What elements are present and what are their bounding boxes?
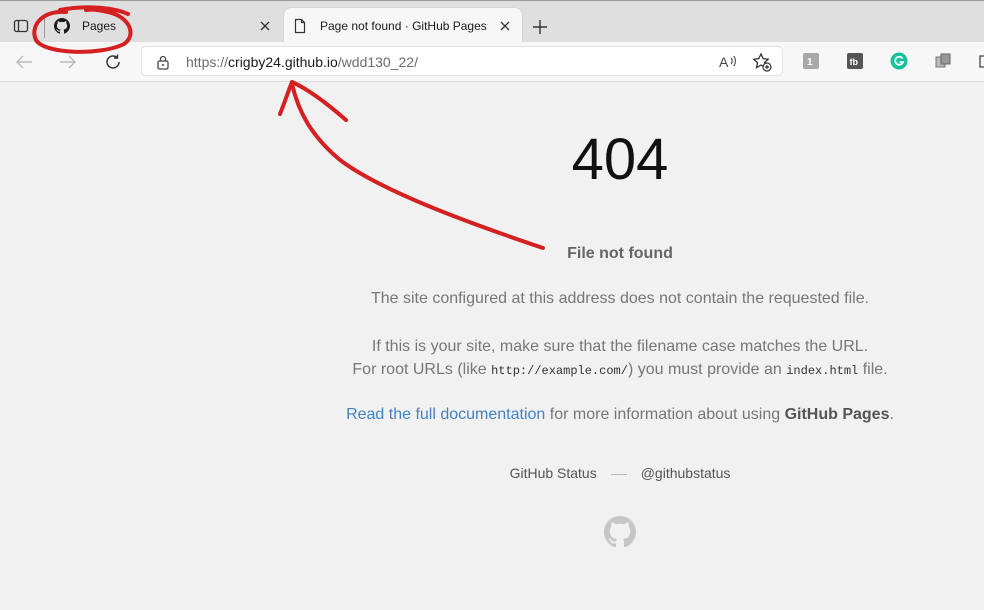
url-domain: crigby24.github.io — [228, 54, 338, 70]
github-pages-strong: GitHub Pages — [784, 406, 890, 423]
browser-toolbar: https://crigby24.github.io/wdd130_22/ A … — [0, 42, 984, 82]
extension-5-icon[interactable] — [974, 52, 984, 70]
grammarly-icon[interactable] — [890, 52, 908, 70]
github-icon — [54, 17, 70, 34]
url-prefix: https:// — [186, 54, 229, 70]
example-url-code: http://example.com/ — [491, 364, 628, 378]
back-arrow-icon[interactable] — [12, 50, 36, 74]
tab-title: Page not found · GitHub Pages — [320, 18, 487, 33]
extension-1-icon[interactable]: 1 — [802, 52, 820, 70]
close-tab-icon[interactable] — [256, 17, 274, 35]
close-tab-icon[interactable] — [496, 17, 514, 35]
url-text: https://crigby24.github.io/wdd130_22/ — [186, 54, 418, 70]
address-bar[interactable]: https://crigby24.github.io/wdd130_22/ A — [141, 46, 783, 76]
error-code: 404 — [571, 127, 669, 192]
footer: GitHub Status @githubstatus — [320, 465, 920, 481]
svg-text:A: A — [719, 54, 729, 70]
svg-text:fb: fb — [850, 57, 859, 67]
error-description: The site configured at this address does… — [370, 290, 870, 307]
help-line-2b: ) you must provide an — [627, 361, 787, 378]
help-line-1: If this is your site, make sure that the… — [371, 338, 869, 355]
page-icon — [292, 18, 308, 34]
svg-text:1: 1 — [807, 57, 813, 68]
tab-actions-menu-icon[interactable] — [8, 13, 34, 39]
tab-strip: Pages Page not found · GitHub Pages — [0, 0, 984, 43]
githubstatus-twitter-link[interactable]: @githubstatus — [641, 465, 731, 481]
page-content: 404 File not found The site configured a… — [0, 82, 984, 610]
documentation-link[interactable]: Read the full documentation — [346, 406, 545, 423]
documentation-text: Read the full documentation for more inf… — [320, 406, 920, 424]
help-line-2a: For root URLs (like — [352, 361, 492, 378]
url-path: /wdd130_22/ — [337, 54, 418, 70]
extension-2-icon[interactable]: fb — [846, 52, 864, 70]
footer-divider — [610, 473, 627, 475]
refresh-icon[interactable] — [101, 50, 125, 74]
extension-4-icon[interactable] — [934, 52, 952, 70]
tab-page-not-found[interactable]: Page not found · GitHub Pages — [284, 8, 522, 43]
new-tab-plus-icon[interactable] — [528, 15, 552, 39]
read-aloud-icon[interactable]: A — [718, 52, 738, 72]
forward-arrow-icon[interactable] — [56, 50, 80, 74]
tab-separator — [44, 16, 45, 38]
tab-pages[interactable]: Pages — [46, 8, 282, 43]
add-favorite-star-icon[interactable] — [752, 52, 772, 72]
help-line-2c: file. — [858, 361, 888, 378]
documentation-middle: for more information about using — [545, 406, 785, 423]
lock-icon[interactable] — [156, 54, 170, 70]
index-html-code: index.html — [786, 364, 859, 378]
error-help-text: If this is your site, make sure that the… — [320, 335, 920, 383]
tab-title: Pages — [82, 18, 117, 33]
github-status-link[interactable]: GitHub Status — [510, 465, 597, 481]
error-heading: File not found — [567, 245, 673, 262]
documentation-end: . — [889, 406, 894, 423]
octocat-logo-icon[interactable] — [604, 516, 636, 548]
